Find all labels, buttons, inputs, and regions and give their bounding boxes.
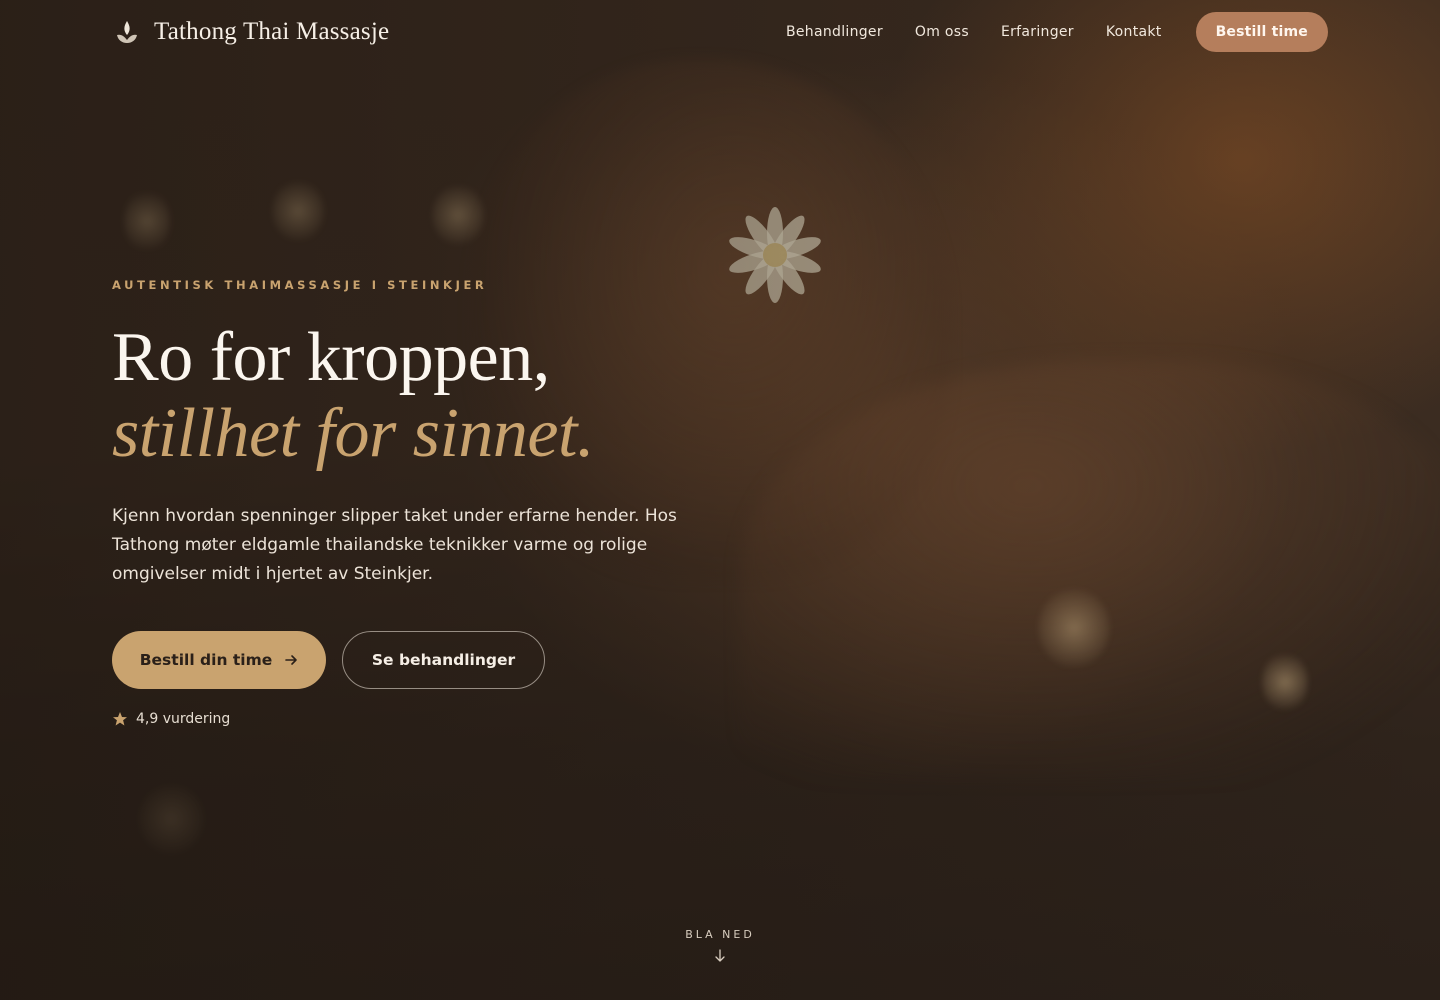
headline-line-1: Ro for kroppen, [112,319,550,396]
headline-line-2: stillhet for sinnet. [112,395,594,472]
brand-name: Tathong Thai Massasje [154,18,390,45]
rating: 4,9 vurdering [112,711,752,727]
hero-description: Kjenn hvordan spenninger slipper taket u… [112,506,677,584]
hero-eyebrow: AUTENTISK THAIMASSASJE I STEINKJER [112,278,488,292]
scroll-down-label: BLA NED [685,928,755,941]
see-treatments-button[interactable]: Se behandlinger [342,631,545,689]
nav-link-om-oss[interactable]: Om oss [915,24,969,40]
hero-cta-row: Bestill din time Se behandlinger [112,631,752,689]
nav-link-erfaringer[interactable]: Erfaringer [1001,24,1074,40]
hero-headline: Ro for kroppen, stillhet for sinnet. [112,320,752,472]
star-icon [113,712,127,726]
lotus-flame-icon [117,21,137,43]
nav-link-behandlinger[interactable]: Behandlinger [786,24,883,40]
arrow-down-icon [715,949,725,962]
brand[interactable]: Tathong Thai Massasje [114,18,389,46]
book-appointment-nav-button[interactable]: Bestill time [1195,12,1328,52]
nav-link-kontakt[interactable]: Kontakt [1106,24,1162,40]
scroll-down-cue[interactable]: BLA NED [0,928,1440,963]
main-nav: Behandlinger Om oss Erfaringer Kontakt B… [786,12,1328,52]
rating-text: 4,9 vurdering [136,711,231,727]
book-your-appointment-label: Bestill din time [139,651,273,669]
arrow-right-icon [285,655,298,665]
site-header: Tathong Thai Massasje Behandlinger Om os… [0,0,1440,64]
hero-content: AUTENTISK THAIMASSASJE I STEINKJER Ro fo… [112,278,752,727]
book-your-appointment-button[interactable]: Bestill din time [112,631,326,689]
